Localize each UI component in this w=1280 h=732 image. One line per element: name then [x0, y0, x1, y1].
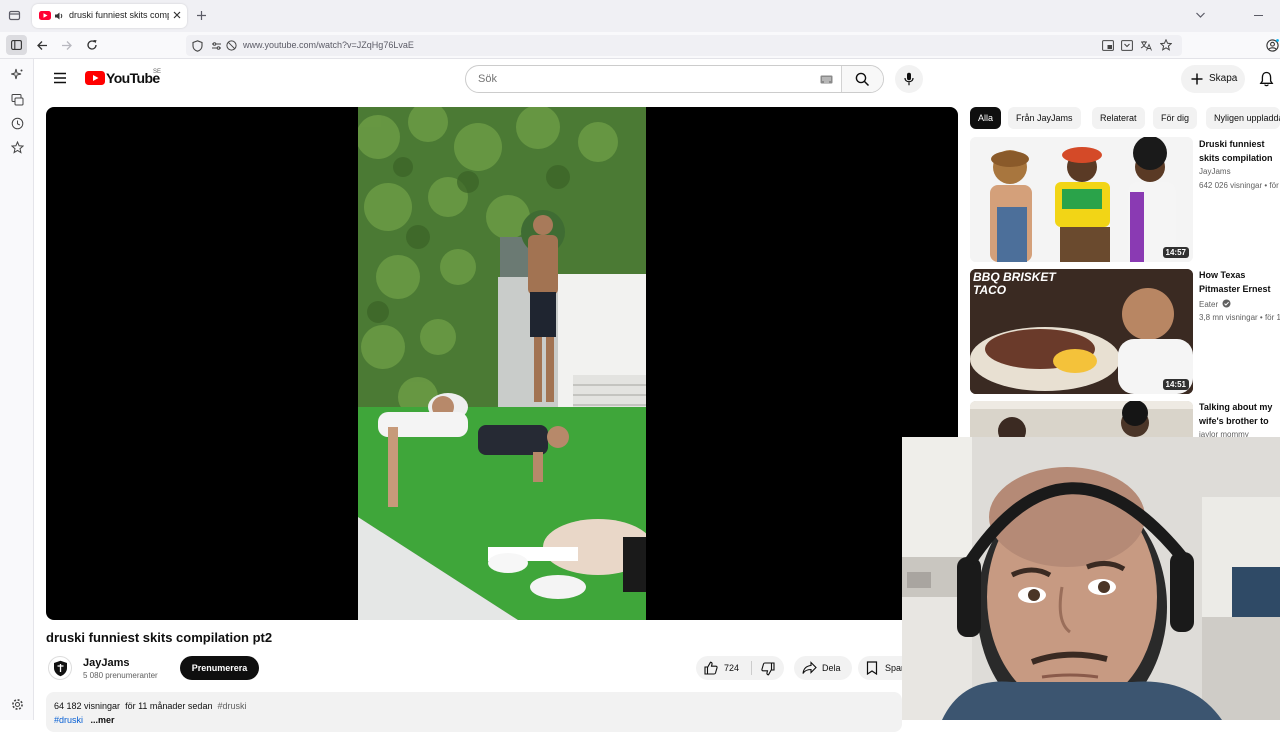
browser-tab-bar: druski funniest skits compilation pt2 - …: [0, 0, 1280, 32]
bookmarks-star-icon[interactable]: [11, 141, 24, 154]
rec-meta-1: 642 026 visningar • för 4 månader sedan: [1199, 181, 1280, 190]
sidebar-toggle-button[interactable]: [6, 35, 27, 55]
bookmark-star-icon[interactable]: [1160, 39, 1172, 51]
description-tags: #druski ...mer: [54, 715, 115, 725]
like-dislike-group: 724: [696, 656, 784, 680]
chip-related[interactable]: Relaterat: [1092, 107, 1145, 129]
channel-subscriber-count: 5 080 prenumeranter: [83, 671, 158, 680]
create-label: Skapa: [1209, 73, 1238, 84]
translate-icon[interactable]: [1140, 40, 1152, 51]
microphone-icon: [904, 72, 914, 86]
description-stats: 64 182 visningar för 11 månader sedan #d…: [54, 701, 246, 711]
more-link[interactable]: ...mer: [91, 715, 115, 725]
like-count: 724: [724, 663, 740, 673]
rec-title-1[interactable]: Druski funniest skits compilation (2025): [1199, 137, 1280, 165]
tab-manager-icon[interactable]: [8, 9, 21, 22]
like-divider: [751, 661, 752, 675]
voice-search-button[interactable]: [895, 65, 923, 93]
autoplay-blocked-icon[interactable]: [226, 40, 237, 51]
forward-arrow-icon[interactable]: [61, 40, 73, 51]
guide-menu-hamburger-icon[interactable]: [53, 72, 67, 84]
rec-thumbnail-1[interactable]: 14:57: [970, 137, 1193, 262]
description-hashtag-link[interactable]: #druski: [54, 715, 83, 725]
tab-audio-speaker-icon[interactable]: [54, 11, 64, 21]
chip-recently-uploaded[interactable]: Nyligen uppladdade: [1206, 107, 1280, 129]
ai-chatbot-sparkle-icon[interactable]: [11, 68, 24, 81]
site-permissions-icon[interactable]: [211, 41, 222, 51]
new-tab-plus-icon[interactable]: [196, 10, 207, 21]
search-button[interactable]: [841, 66, 883, 92]
chip-from-channel[interactable]: Från JayJams: [1008, 107, 1081, 129]
tab-title: druski funniest skits compilation pt2 - …: [69, 10, 169, 20]
video-player[interactable]: [46, 107, 958, 620]
account-avatar-icon[interactable]: [1266, 39, 1279, 52]
youtube-logo-icon[interactable]: [85, 71, 105, 85]
minimize-window-icon[interactable]: [1254, 15, 1263, 16]
browser-sidebar: [0, 59, 34, 720]
duration-badge: 14:57: [1162, 247, 1189, 258]
tracking-protection-shield-icon[interactable]: [192, 40, 203, 52]
webcam-overlay: [902, 437, 1280, 720]
virtual-keyboard-icon[interactable]: [820, 75, 833, 84]
video-title: druski funniest skits compilation pt2: [46, 630, 273, 645]
share-arrow-icon: [802, 661, 817, 674]
thumbs-up-icon: [704, 661, 718, 675]
reload-icon[interactable]: [86, 39, 98, 51]
synced-tabs-icon[interactable]: [11, 93, 24, 106]
upload-age: för 11 månader sedan: [125, 701, 213, 711]
search-box: [465, 65, 884, 93]
search-icon: [855, 72, 870, 87]
rec-thumbnail-2[interactable]: BBQ BRISKET TACO 14:51: [970, 269, 1193, 394]
back-arrow-icon[interactable]: [36, 40, 48, 51]
rec-title-3[interactable]: Talking about my wife's brother to get h…: [1199, 400, 1280, 428]
save-to-pocket-icon[interactable]: [1121, 40, 1133, 51]
thumbs-down-icon: [761, 662, 775, 676]
verified-check-icon: [1222, 299, 1231, 308]
rec-thumbnail-3[interactable]: [970, 401, 1193, 437]
customize-sidebar-gear-icon[interactable]: [11, 698, 24, 711]
youtube-region-code: SE: [153, 69, 162, 75]
like-button[interactable]: 724: [696, 656, 750, 680]
subscribe-button[interactable]: Prenumerera: [180, 656, 259, 680]
rec-thumbnail-2-text: BBQ BRISKET TACO: [973, 270, 1056, 297]
tab-close-icon[interactable]: [172, 10, 182, 20]
dislike-button[interactable]: [756, 656, 782, 680]
picture-in-picture-icon[interactable]: [1102, 40, 1114, 51]
youtube-favicon-icon: [39, 11, 51, 20]
create-button[interactable]: Skapa: [1181, 65, 1245, 93]
video-frame: [358, 107, 646, 620]
chip-for-you[interactable]: För dig: [1153, 107, 1198, 129]
share-label: Dela: [822, 663, 841, 673]
channel-avatar[interactable]: [48, 656, 72, 680]
rec-channel-2[interactable]: Eater: [1199, 299, 1231, 309]
plus-icon: [1191, 73, 1203, 85]
youtube-logo-text[interactable]: YouTube: [106, 70, 160, 86]
channel-name[interactable]: JayJams: [83, 657, 130, 669]
duration-badge: 14:51: [1162, 379, 1189, 390]
browser-tab-youtube[interactable]: druski funniest skits compilation pt2 - …: [32, 4, 187, 28]
share-button[interactable]: Dela: [794, 656, 852, 680]
rec-channel-3[interactable]: jaylor mommy: [1199, 430, 1249, 437]
history-clock-icon[interactable]: [11, 117, 24, 130]
rec-channel-1[interactable]: JayJams: [1199, 167, 1231, 176]
hashtag[interactable]: #druski: [217, 701, 246, 711]
view-count: 64 182 visningar: [54, 701, 121, 711]
tab-list-chevron-down-icon[interactable]: [1195, 11, 1206, 19]
search-input[interactable]: [467, 67, 841, 91]
description-box[interactable]: 64 182 visningar för 11 månader sedan #d…: [46, 692, 902, 732]
rec-meta-2: 3,8 mn visningar • för 1 år sedan: [1199, 313, 1280, 322]
rec-title-2[interactable]: How Texas Pitmaster Ernest Servantes & V…: [1199, 268, 1280, 296]
rec-channel-2-name: Eater: [1199, 300, 1219, 309]
url-text: www.youtube.com/watch?v=JZqHg76LvaE: [243, 40, 414, 50]
navigation-toolbar: www.youtube.com/watch?v=JZqHg76LvaE: [0, 32, 1280, 59]
chip-all[interactable]: Alla: [970, 107, 1002, 129]
notifications-bell-icon[interactable]: [1259, 71, 1274, 87]
address-bar[interactable]: www.youtube.com/watch?v=JZqHg76LvaE: [186, 35, 1182, 56]
save-bookmark-icon: [866, 661, 878, 675]
